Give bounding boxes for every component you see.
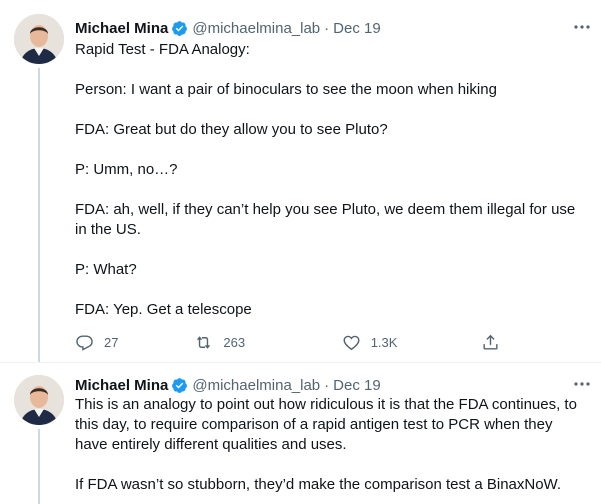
thread-line <box>38 68 40 362</box>
tweet-actions: 27 263 1.3K <box>75 330 500 354</box>
tweet-paragraph: P: Umm, no…? <box>75 161 178 178</box>
reply-icon <box>76 334 93 351</box>
tweet[interactable]: Michael Mina @michaelmina_lab · Dec 19 R… <box>0 0 601 362</box>
tweet-paragraph: FDA: ah, well, if they can’t help you se… <box>75 201 576 238</box>
share-button[interactable] <box>481 333 500 352</box>
tweet-text: This is an analogy to point out how ridi… <box>75 395 585 495</box>
tweet-date[interactable]: Dec 19 <box>333 20 381 37</box>
more-icon[interactable] <box>571 18 593 36</box>
tweet-header: Michael Mina @michaelmina_lab · Dec 19 <box>75 18 381 38</box>
verified-badge-icon <box>171 377 188 394</box>
retweet-button[interactable]: 263 <box>194 333 341 352</box>
tweet-paragraph: FDA: Great but do they allow you to see … <box>75 121 388 138</box>
retweet-count: 263 <box>223 334 246 350</box>
tweet-paragraph: Rapid Test - FDA Analogy: <box>75 41 250 58</box>
separator-dot: · <box>324 19 330 37</box>
author-handle[interactable]: @michaelmina_lab <box>192 20 320 37</box>
reply-count: 27 <box>104 334 119 350</box>
like-count: 1.3K <box>370 334 398 350</box>
like-button[interactable]: 1.3K <box>342 333 481 352</box>
thread-line <box>38 429 40 504</box>
avatar[interactable] <box>14 375 64 425</box>
more-icon[interactable] <box>571 375 593 393</box>
separator-dot: · <box>324 376 330 394</box>
author-name[interactable]: Michael Mina <box>75 377 168 394</box>
tweet-paragraph: Person: I want a pair of binoculars to s… <box>75 81 497 98</box>
reply-button[interactable]: 27 <box>75 333 194 352</box>
tweet-paragraph: If FDA wasn’t so stubborn, they’d make t… <box>75 476 562 493</box>
verified-badge-icon <box>171 20 188 37</box>
tweet-header: Michael Mina @michaelmina_lab · Dec 19 <box>75 375 381 395</box>
share-icon <box>483 334 498 350</box>
tweet-paragraph: This is an analogy to point out how ridi… <box>75 396 577 453</box>
tweet-paragraph: P: What? <box>75 261 137 278</box>
tweet-paragraph: FDA: Yep. Get a telescope <box>75 301 252 318</box>
author-handle[interactable]: @michaelmina_lab <box>192 377 320 394</box>
like-icon <box>343 335 360 350</box>
author-name[interactable]: Michael Mina <box>75 20 168 37</box>
tweet-text: Rapid Test - FDA Analogy: Person: I want… <box>75 40 585 320</box>
avatar[interactable] <box>14 14 64 64</box>
retweet-icon <box>197 335 211 349</box>
tweet-date[interactable]: Dec 19 <box>333 377 381 394</box>
tweet[interactable]: Michael Mina @michaelmina_lab · Dec 19 T… <box>0 363 601 504</box>
